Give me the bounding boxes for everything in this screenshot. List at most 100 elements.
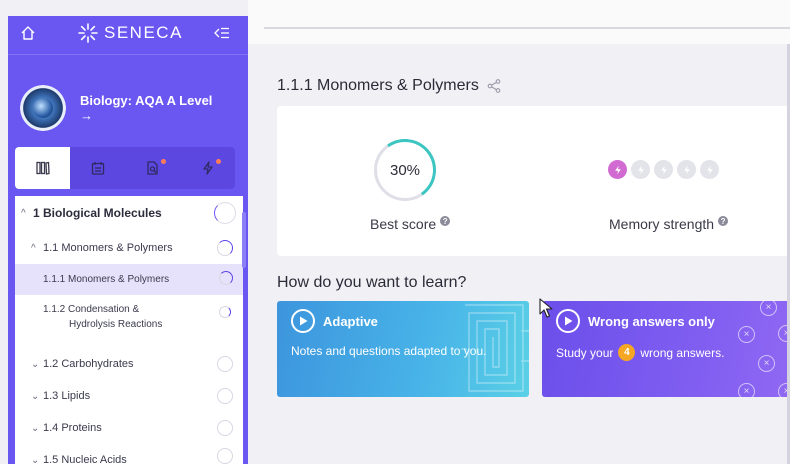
toc-label: 1.1.1 Monomers & Polymers	[43, 274, 170, 285]
play-icon	[556, 309, 580, 333]
notification-dot	[216, 159, 221, 164]
lightning-icon	[637, 165, 644, 174]
best-score-arc	[369, 134, 441, 206]
wrong-desc-prefix: Study your	[556, 345, 614, 360]
wrong-count-badge: 4	[618, 344, 636, 361]
adaptive-mode-card[interactable]: Adaptive Notes and questions adapted to …	[277, 301, 529, 397]
toc-label: 1 Biological Molecules	[33, 206, 162, 220]
wrong-desc-suffix: wrong answers.	[640, 345, 725, 360]
sidebar-tabs	[15, 147, 235, 189]
x-circle-icon: ×	[758, 355, 775, 372]
toc-label-line2: Hydrolysis Reactions	[69, 319, 163, 330]
best-score-label-row: Best score ?	[370, 216, 451, 232]
lightning-icon	[614, 165, 621, 174]
topic-header: 1.1.1 Monomers & Polymers	[277, 77, 501, 95]
lightning-icon	[202, 161, 213, 175]
wrong-answers-header: Wrong answers only	[556, 309, 715, 333]
toc-topic-1-1-2[interactable]: 1.1.2 Condensation & Hydrolysis Reaction…	[15, 296, 243, 340]
toc-section-1-2[interactable]: ⌄ 1.2 Carbohydrates	[15, 348, 243, 380]
top-divider	[264, 27, 790, 29]
help-icon[interactable]: ?	[718, 216, 729, 226]
sidebar-divider	[8, 54, 248, 55]
memory-strength-label: Memory strength	[609, 216, 715, 232]
toc-section-1-4[interactable]: ⌄ 1.4 Proteins	[15, 412, 243, 444]
learn-heading: How do you want to learn?	[277, 274, 467, 291]
x-circle-icon: ×	[738, 383, 755, 397]
toc-label: 1.1.2 Condensation &	[43, 304, 140, 315]
lightning-icon	[660, 165, 667, 174]
tab-schedule[interactable]	[70, 147, 125, 189]
toc-label: 1.5 Nucleic Acids	[43, 454, 127, 464]
lightning-icon	[683, 165, 690, 174]
progress-ring	[217, 420, 233, 436]
memory-dot-4	[677, 160, 696, 179]
toc-label: 1.1 Monomers & Polymers	[43, 242, 173, 254]
app-window: SENECA Biology: AQA A Level → ^ 1 Biolog…	[0, 0, 790, 464]
brand-logo: SENECA	[78, 22, 183, 44]
progress-ring	[217, 356, 233, 372]
wrong-answers-mode-card[interactable]: × × × × × × Wrong answers only Study you…	[542, 301, 790, 397]
memory-dot-1	[608, 160, 627, 179]
share-icon[interactable]	[487, 79, 501, 93]
topic-title: 1.1.1 Monomers & Polymers	[277, 77, 479, 94]
brand-name: SENECA	[104, 23, 183, 42]
progress-card: 30% Best score ? Memory strength ?	[277, 106, 790, 256]
seneca-logo-icon	[78, 23, 98, 43]
progress-ring	[214, 202, 236, 224]
home-button[interactable]	[18, 23, 38, 43]
table-of-contents: ^ 1 Biological Molecules ^ 1.1 Monomers …	[15, 196, 243, 464]
document-search-icon	[146, 161, 158, 175]
lightning-icon	[706, 165, 713, 174]
memory-dot-5	[700, 160, 719, 179]
sidebar-scrollbar[interactable]	[242, 212, 246, 268]
x-circle-icon: ×	[738, 326, 755, 343]
calendar-icon	[91, 162, 104, 175]
toc-label: 1.4 Proteins	[43, 422, 102, 434]
tab-assignments[interactable]	[125, 147, 180, 189]
x-circle-icon: ×	[760, 301, 777, 316]
toc-label: 1.3 Lipids	[43, 390, 91, 402]
collapse-menu-icon	[214, 27, 229, 39]
best-score-ring: 30%	[369, 134, 441, 206]
toc-label: 1.2 Carbohydrates	[43, 358, 134, 370]
toc-section-1-3[interactable]: ⌄ 1.3 Lipids	[15, 380, 243, 412]
chevron-down-icon: ⌄	[31, 390, 40, 402]
chevron-down-icon: ⌄	[31, 358, 40, 370]
home-icon	[21, 26, 35, 40]
chevron-up-icon: ^	[21, 207, 26, 219]
tab-activity[interactable]	[180, 147, 235, 189]
memory-strength-indicator	[608, 160, 719, 179]
course-header[interactable]: Biology: AQA A Level →	[20, 80, 245, 136]
help-icon[interactable]: ?	[440, 216, 451, 226]
toc-topic-1-1-1[interactable]: 1.1.1 Monomers & Polymers	[15, 264, 243, 295]
chevron-up-icon: ^	[31, 242, 36, 254]
adaptive-header: Adaptive	[291, 309, 378, 333]
progress-ring	[217, 448, 233, 464]
progress-ring	[219, 306, 231, 318]
memory-strength-label-row: Memory strength ?	[609, 216, 729, 232]
arrow-right-icon: →	[80, 108, 93, 123]
course-avatar	[20, 85, 66, 131]
best-score-label: Best score	[370, 216, 437, 232]
chevron-down-icon: ⌄	[31, 422, 40, 434]
progress-ring	[217, 388, 233, 404]
toc-chapter-1[interactable]: ^ 1 Biological Molecules	[15, 196, 243, 230]
adaptive-title: Adaptive	[323, 313, 378, 329]
tab-course[interactable]	[15, 147, 70, 189]
progress-ring	[219, 271, 233, 285]
play-icon	[291, 309, 315, 333]
sidebar: SENECA Biology: AQA A Level → ^ 1 Biolog…	[8, 16, 248, 464]
wrong-answers-title: Wrong answers only	[588, 313, 715, 329]
sidebar-header: SENECA	[8, 16, 248, 50]
chevron-down-icon: ⌄	[31, 454, 40, 464]
collapse-sidebar-button[interactable]	[212, 24, 232, 42]
adaptive-description: Notes and questions adapted to you.	[291, 344, 487, 358]
memory-dot-2	[631, 160, 650, 179]
main-content: 1.1.1 Monomers & Polymers 30% Best score…	[248, 44, 790, 464]
toc-section-1-1[interactable]: ^ 1.1 Monomers & Polymers	[15, 232, 243, 264]
course-title: Biology: AQA A Level	[80, 93, 213, 108]
memory-dot-3	[654, 160, 673, 179]
progress-ring	[217, 240, 233, 256]
book-icon	[35, 161, 50, 175]
toc-section-1-5[interactable]: ⌄ 1.5 Nucleic Acids	[15, 444, 243, 464]
